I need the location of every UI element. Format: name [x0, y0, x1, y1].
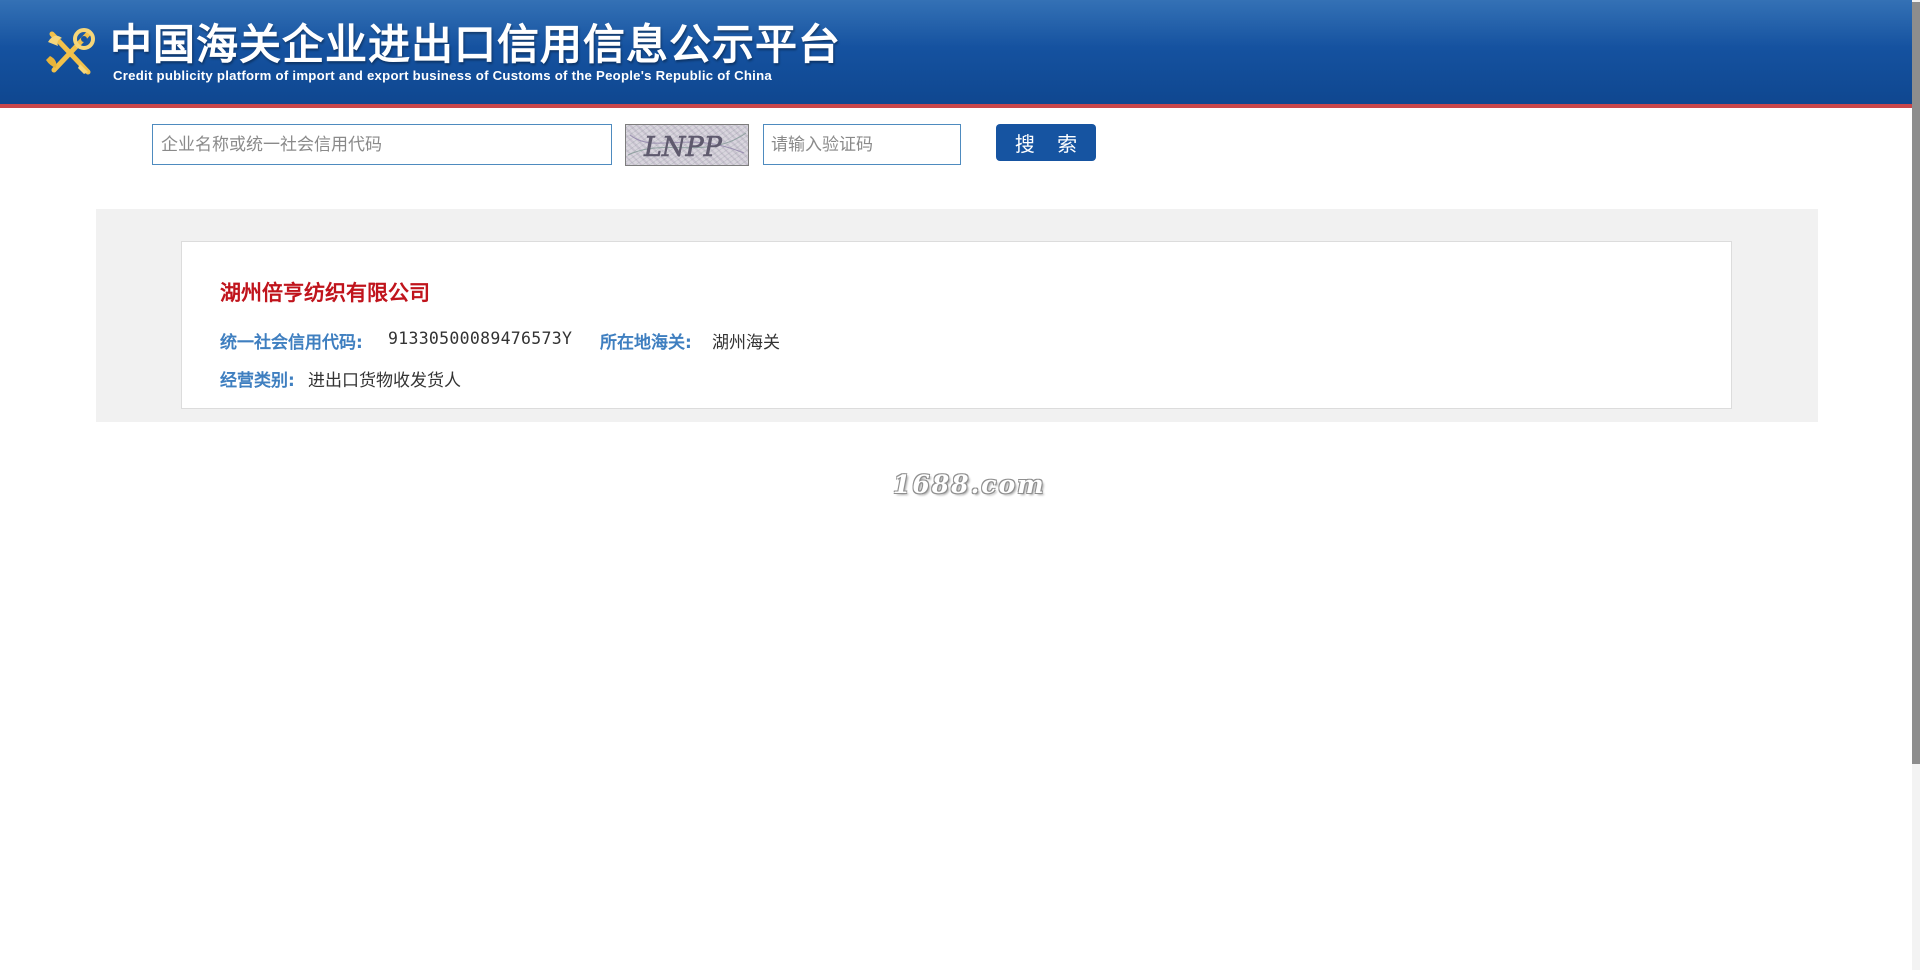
customs-emblem-icon[interactable]: [40, 22, 100, 82]
captcha-image[interactable]: LNPP: [625, 124, 749, 166]
captcha-glyphs: LNPP: [627, 132, 747, 163]
captcha-text: LNPP: [643, 132, 723, 163]
company-name-link[interactable]: 湖州倍亨纺织有限公司: [220, 277, 430, 307]
business-type-label: 经营类别:: [220, 371, 295, 391]
customs-label: 所在地海关:: [600, 333, 692, 353]
captcha-input[interactable]: [763, 124, 961, 165]
business-type-value: 进出口货物收发货人: [308, 371, 461, 391]
scrollbar-thumb[interactable]: [1912, 2, 1920, 764]
site-title: 中国海关企业进出口信用信息公示平台: [110, 20, 842, 69]
company-search-input[interactable]: [152, 124, 612, 165]
search-button[interactable]: 搜 索: [996, 124, 1096, 161]
site-header: 中国海关企业进出口信用信息公示平台 Credit publicity platf…: [0, 0, 1920, 108]
result-panel: 湖州倍亨纺织有限公司 统一社会信用代码: 91330500089476573Y …: [96, 209, 1818, 422]
credit-code-label: 统一社会信用代码:: [220, 333, 363, 353]
credit-code-value: 91330500089476573Y: [388, 329, 573, 348]
vertical-scrollbar[interactable]: [1912, 0, 1920, 970]
watermark-text: 1688.com: [893, 470, 1046, 499]
company-result-card[interactable]: 湖州倍亨纺织有限公司 统一社会信用代码: 91330500089476573Y …: [181, 241, 1732, 409]
customs-value: 湖州海关: [712, 333, 780, 353]
site-subtitle: Credit publicity platform of import and …: [113, 68, 772, 83]
